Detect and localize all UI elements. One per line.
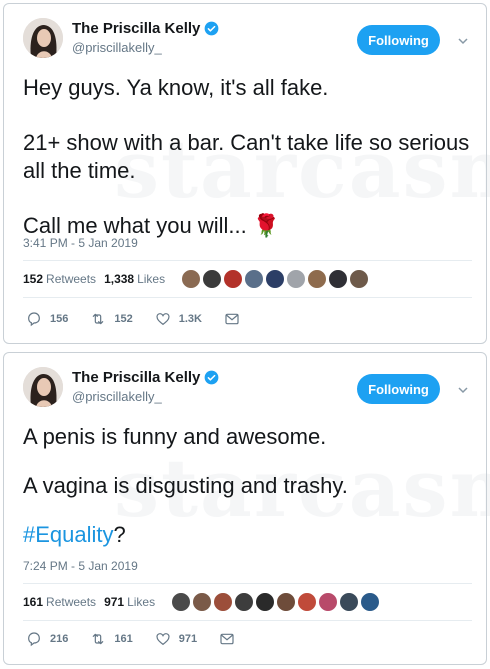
divider <box>23 297 472 298</box>
envelope-icon <box>220 633 234 645</box>
avatar[interactable] <box>23 18 63 58</box>
reply-icon <box>28 312 40 327</box>
divider <box>23 583 472 584</box>
timestamp[interactable]: 3:41 PM - 5 Jan 2019 <box>23 236 138 250</box>
liker-avatar[interactable] <box>276 592 297 612</box>
tweet-actions: 216 161 971 <box>26 630 265 648</box>
engagement-stats: 152 Retweets 1,338 Likes <box>23 267 370 291</box>
liker-avatar[interactable] <box>192 592 213 612</box>
author-name[interactable]: The Priscilla Kelly <box>72 20 200 37</box>
retweet-icon <box>93 633 104 645</box>
liker-avatar[interactable] <box>244 269 265 289</box>
retweet-icon <box>93 313 104 325</box>
likes-stat[interactable]: 971 Likes <box>104 595 155 609</box>
tweet-text-line: A vagina is disgusting and trashy. <box>23 473 348 498</box>
retweet-count: 152 <box>114 313 133 325</box>
liker-avatar[interactable] <box>265 269 286 289</box>
reply-count: 156 <box>50 313 69 325</box>
heart-icon <box>156 633 170 646</box>
liker-avatars <box>171 592 381 612</box>
tweet-text-line: Hey guys. Ya know, it's all fake. <box>23 75 329 100</box>
author-handle[interactable]: @priscillakelly_ <box>72 389 219 404</box>
chevron-down-icon[interactable] <box>457 383 469 395</box>
timestamp[interactable]: 7:24 PM - 5 Jan 2019 <box>23 559 138 573</box>
tweet-text-line: A penis is funny and awesome. <box>23 424 327 449</box>
avatar[interactable] <box>23 367 63 407</box>
tweet-text-segment: Call me what you will... <box>23 213 247 238</box>
author-block: The Priscilla Kelly @priscillakelly_ <box>72 367 219 404</box>
liker-avatar[interactable] <box>328 269 349 289</box>
following-button[interactable]: Following <box>357 25 440 55</box>
following-button[interactable]: Following <box>357 374 440 404</box>
liker-avatar[interactable] <box>307 269 328 289</box>
hashtag-link[interactable]: #Equality <box>23 522 114 547</box>
verified-badge-icon <box>204 370 219 385</box>
retweet-button[interactable]: 152 <box>90 311 133 327</box>
divider <box>23 260 472 261</box>
liker-avatar[interactable] <box>202 269 223 289</box>
liker-avatar[interactable] <box>223 269 244 289</box>
liker-avatar[interactable] <box>339 592 360 612</box>
envelope-icon <box>225 313 239 325</box>
liker-avatar[interactable] <box>349 269 370 289</box>
author-name[interactable]: The Priscilla Kelly <box>72 369 200 386</box>
retweet-button[interactable]: 161 <box>90 631 133 647</box>
retweets-stat[interactable]: 161 Retweets <box>23 595 96 609</box>
liker-avatar[interactable] <box>181 269 202 289</box>
reply-button[interactable]: 156 <box>26 311 68 327</box>
author-handle[interactable]: @priscillakelly_ <box>72 40 219 55</box>
divider <box>23 620 472 621</box>
likes-stat[interactable]: 1,338 Likes <box>104 272 165 286</box>
tweet-text-line: 21+ show with a bar. Can't take life so … <box>23 130 470 183</box>
like-button[interactable]: 1.3K <box>155 311 202 327</box>
reply-count: 216 <box>50 633 69 645</box>
tweet-text: Hey guys. Ya know, it's all fake. 21+ sh… <box>23 74 472 240</box>
liker-avatar[interactable] <box>213 592 234 612</box>
tweet-card: The Priscilla Kelly @priscillakelly_ Fol… <box>3 352 490 665</box>
tweet-text-line: #Equality? <box>23 521 472 549</box>
direct-message-button[interactable] <box>219 631 243 647</box>
tweet-text-segment: ? <box>113 522 126 547</box>
tweet-text: A penis is funny and awesome. A vagina i… <box>23 423 472 549</box>
heart-icon <box>156 313 170 326</box>
engagement-stats: 161 Retweets 971 Likes <box>23 590 381 614</box>
retweets-stat[interactable]: 152 Retweets <box>23 272 96 286</box>
direct-message-button[interactable] <box>224 311 248 327</box>
like-count: 1.3K <box>178 313 202 325</box>
liker-avatar[interactable] <box>318 592 339 612</box>
chevron-down-icon[interactable] <box>457 34 469 46</box>
like-count: 971 <box>178 633 198 645</box>
liker-avatar[interactable] <box>360 592 381 612</box>
reply-icon <box>28 632 40 647</box>
liker-avatar[interactable] <box>255 592 276 612</box>
rose-emoji-icon: 🌹 <box>252 213 281 238</box>
liker-avatar[interactable] <box>297 592 318 612</box>
like-button[interactable]: 971 <box>155 631 197 647</box>
author-block: The Priscilla Kelly @priscillakelly_ <box>72 18 219 55</box>
reply-button[interactable]: 216 <box>26 631 68 647</box>
liker-avatar[interactable] <box>234 592 255 612</box>
tweet-actions: 156 152 1.3K <box>26 310 270 328</box>
tweet-card: The Priscilla Kelly @priscillakelly_ Fol… <box>3 3 490 344</box>
verified-badge-icon <box>204 21 219 36</box>
liker-avatars <box>181 269 370 289</box>
retweet-count: 161 <box>114 633 133 645</box>
liker-avatar[interactable] <box>171 592 192 612</box>
liker-avatar[interactable] <box>286 269 307 289</box>
